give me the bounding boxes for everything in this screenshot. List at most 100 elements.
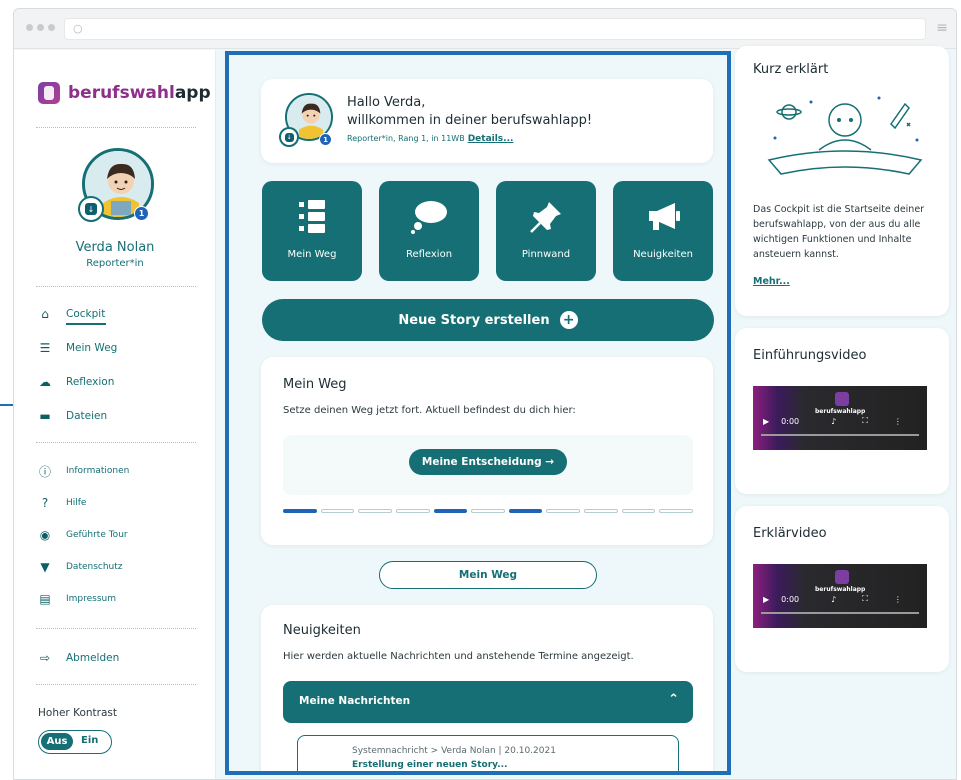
video-title: Einführungsvideo	[753, 348, 867, 363]
divider	[36, 628, 196, 629]
divider	[36, 442, 196, 443]
volume-icon[interactable]: ♪	[831, 417, 836, 426]
progress-segment	[433, 509, 468, 513]
fullscreen-icon[interactable]: ⛶	[862, 594, 868, 604]
shield-icon: ▼	[40, 560, 50, 574]
play-icon[interactable]: ▶	[763, 595, 769, 604]
sidebar-item-label: Informationen	[66, 466, 130, 476]
logout-button[interactable]: ⇨ Abmelden	[38, 650, 119, 666]
reload-icon[interactable]: ○	[73, 22, 83, 35]
sidebar-item-label: Mein Weg	[66, 342, 118, 354]
user-name: Verda Nolan	[75, 240, 155, 255]
thought-icon	[379, 197, 479, 237]
fullscreen-icon[interactable]: ⛶	[862, 416, 868, 426]
message-title: Erstellung einer neuen Story...	[352, 760, 508, 770]
details-link[interactable]: Details...	[468, 134, 514, 144]
contrast-toggle[interactable]: Aus Ein	[38, 730, 112, 754]
home-icon: ⌂	[41, 307, 49, 321]
folder-icon: ▬	[39, 409, 51, 423]
more-link[interactable]: Mehr...	[753, 276, 790, 287]
logout-label: Abmelden	[66, 652, 120, 664]
video-brand: berufswahlapp	[815, 408, 866, 415]
neuigkeiten-card: Neuigkeiten Hier werden aktuelle Nachric…	[261, 605, 713, 771]
tile-neuigkeiten[interactable]: Neuigkeiten	[613, 181, 713, 281]
focus-connector-line	[0, 404, 13, 406]
address-bar[interactable]: ○	[64, 18, 926, 40]
toggle-on-option[interactable]: Ein	[81, 735, 98, 746]
messages-accordion[interactable]: Meine Nachrichten ⌃	[283, 681, 693, 723]
progress-segment	[395, 509, 430, 513]
sidebar-item-impressum[interactable]: ▤ Impressum	[38, 591, 116, 607]
play-icon[interactable]: ▶	[763, 417, 769, 426]
progress-steps	[283, 509, 694, 513]
app-logo[interactable]: berufswahlapp	[38, 82, 211, 104]
tile-label: Neuigkeiten	[633, 249, 693, 260]
explain-video-card: Erklärvideo berufswahlapp ▶ 0:00 ♪ ⛶ ⋮	[735, 506, 949, 672]
video-time: 0:00	[781, 416, 800, 426]
chevron-up-icon[interactable]: ⌃	[668, 692, 679, 707]
sidebar-item-reflexion[interactable]: ☁ Reflexion	[38, 374, 114, 390]
tile-label: Reflexion	[405, 249, 453, 260]
toggle-off-option[interactable]: Aus	[41, 733, 73, 750]
sidebar-item-label: Impressum	[66, 594, 117, 604]
message-meta: Systemnachricht > Verda Nolan | 20.10.20…	[352, 746, 556, 756]
video-player[interactable]: berufswahlapp ▶ 0:00 ♪ ⛶ ⋮	[753, 386, 927, 450]
sidebar-item-mein-weg[interactable]: ☰ Mein Weg	[38, 340, 118, 356]
info-card-text: Das Cockpit ist die Startseite deiner be…	[753, 204, 925, 260]
sidebar-item-hilfe[interactable]: ? Hilfe	[38, 495, 87, 511]
book-icon: ▤	[39, 592, 51, 606]
mein-weg-title: Mein Weg	[283, 377, 347, 392]
rank-badge-icon: ↓	[279, 127, 299, 147]
sidebar-item-dateien[interactable]: ▬ Dateien	[38, 408, 107, 424]
progress-segment	[659, 509, 694, 513]
greeting-card: ↓ 1 Hallo Verda, willkommen in deiner be…	[261, 79, 713, 163]
sidebar-item-tour[interactable]: ◉ Geführte Tour	[38, 527, 128, 543]
info-card: Kurz erklärt Das Cockpit ist die Startse…	[735, 46, 949, 316]
logout-icon: ⇨	[39, 651, 51, 665]
sidebar-item-informationen[interactable]: ⓘ Informationen	[38, 463, 129, 479]
path-icon	[262, 197, 362, 237]
new-story-button[interactable]: Neue Story erstellen +	[262, 299, 714, 341]
video-progress-bar[interactable]	[761, 434, 919, 436]
video-player[interactable]: berufswahlapp ▶ 0:00 ♪ ⛶ ⋮	[753, 564, 927, 628]
info-card-title: Kurz erklärt	[753, 62, 829, 77]
tile-reflexion[interactable]: Reflexion	[379, 181, 479, 281]
current-step-button[interactable]: Meine Entscheidung →	[409, 449, 567, 475]
neuigkeiten-text: Hier werden aktuelle Nachrichten und ans…	[283, 651, 634, 662]
sidebar-item-label: Reflexion	[66, 376, 115, 388]
window-controls	[26, 24, 55, 31]
sidebar-item-label: Dateien	[66, 410, 108, 422]
video-progress-bar[interactable]	[761, 612, 919, 614]
sidebar-item-label: Hilfe	[66, 498, 87, 508]
sidebar-item-label: Geführte Tour	[66, 530, 128, 540]
more-options-icon[interactable]: ⋮	[894, 417, 902, 426]
message-item[interactable]: Systemnachricht > Verda Nolan | 20.10.20…	[297, 735, 679, 771]
neuigkeiten-title: Neuigkeiten	[283, 623, 361, 638]
accordion-label: Meine Nachrichten	[299, 695, 411, 707]
progress-segment	[584, 509, 618, 513]
progress-segment	[546, 509, 581, 513]
sidebar-item-label: Cockpit	[66, 308, 106, 320]
mein-weg-card: Mein Weg Setze deinen Weg jetzt fort. Ak…	[261, 357, 713, 545]
more-options-icon[interactable]: ⋮	[894, 595, 902, 604]
menu-icon[interactable]: ≡	[936, 21, 948, 35]
help-icon: ?	[41, 496, 49, 510]
thought-icon: ☁	[39, 375, 51, 389]
greeting-line1: Hallo Verda,	[347, 95, 426, 110]
volume-icon[interactable]: ♪	[831, 595, 836, 604]
rank-badge-icon: ↓	[78, 196, 104, 222]
sidebar-item-cockpit[interactable]: ⌂ Cockpit	[38, 306, 105, 322]
tile-pinnwand[interactable]: Pinnwand	[496, 181, 596, 281]
mein-weg-button[interactable]: Mein Weg	[379, 561, 597, 589]
path-icon: ☰	[39, 341, 51, 355]
sidebar-item-datenschutz[interactable]: ▼ Datenschutz	[38, 559, 123, 575]
sidebar-item-label: Datenschutz	[66, 562, 123, 572]
tile-mein-weg[interactable]: Mein Weg	[262, 181, 362, 281]
video-title: Erklärvideo	[753, 526, 827, 541]
pin-icon	[496, 197, 596, 237]
greeting-meta: Reporter*in, Rang 1, in 11WB Details...	[347, 134, 514, 144]
current-step-box: Meine Entscheidung →	[283, 435, 693, 495]
megaphone-icon	[613, 197, 713, 237]
logo-text-part2: app	[174, 83, 211, 103]
cockpit-main: ↓ 1 Hallo Verda, willkommen in deiner be…	[225, 51, 731, 775]
